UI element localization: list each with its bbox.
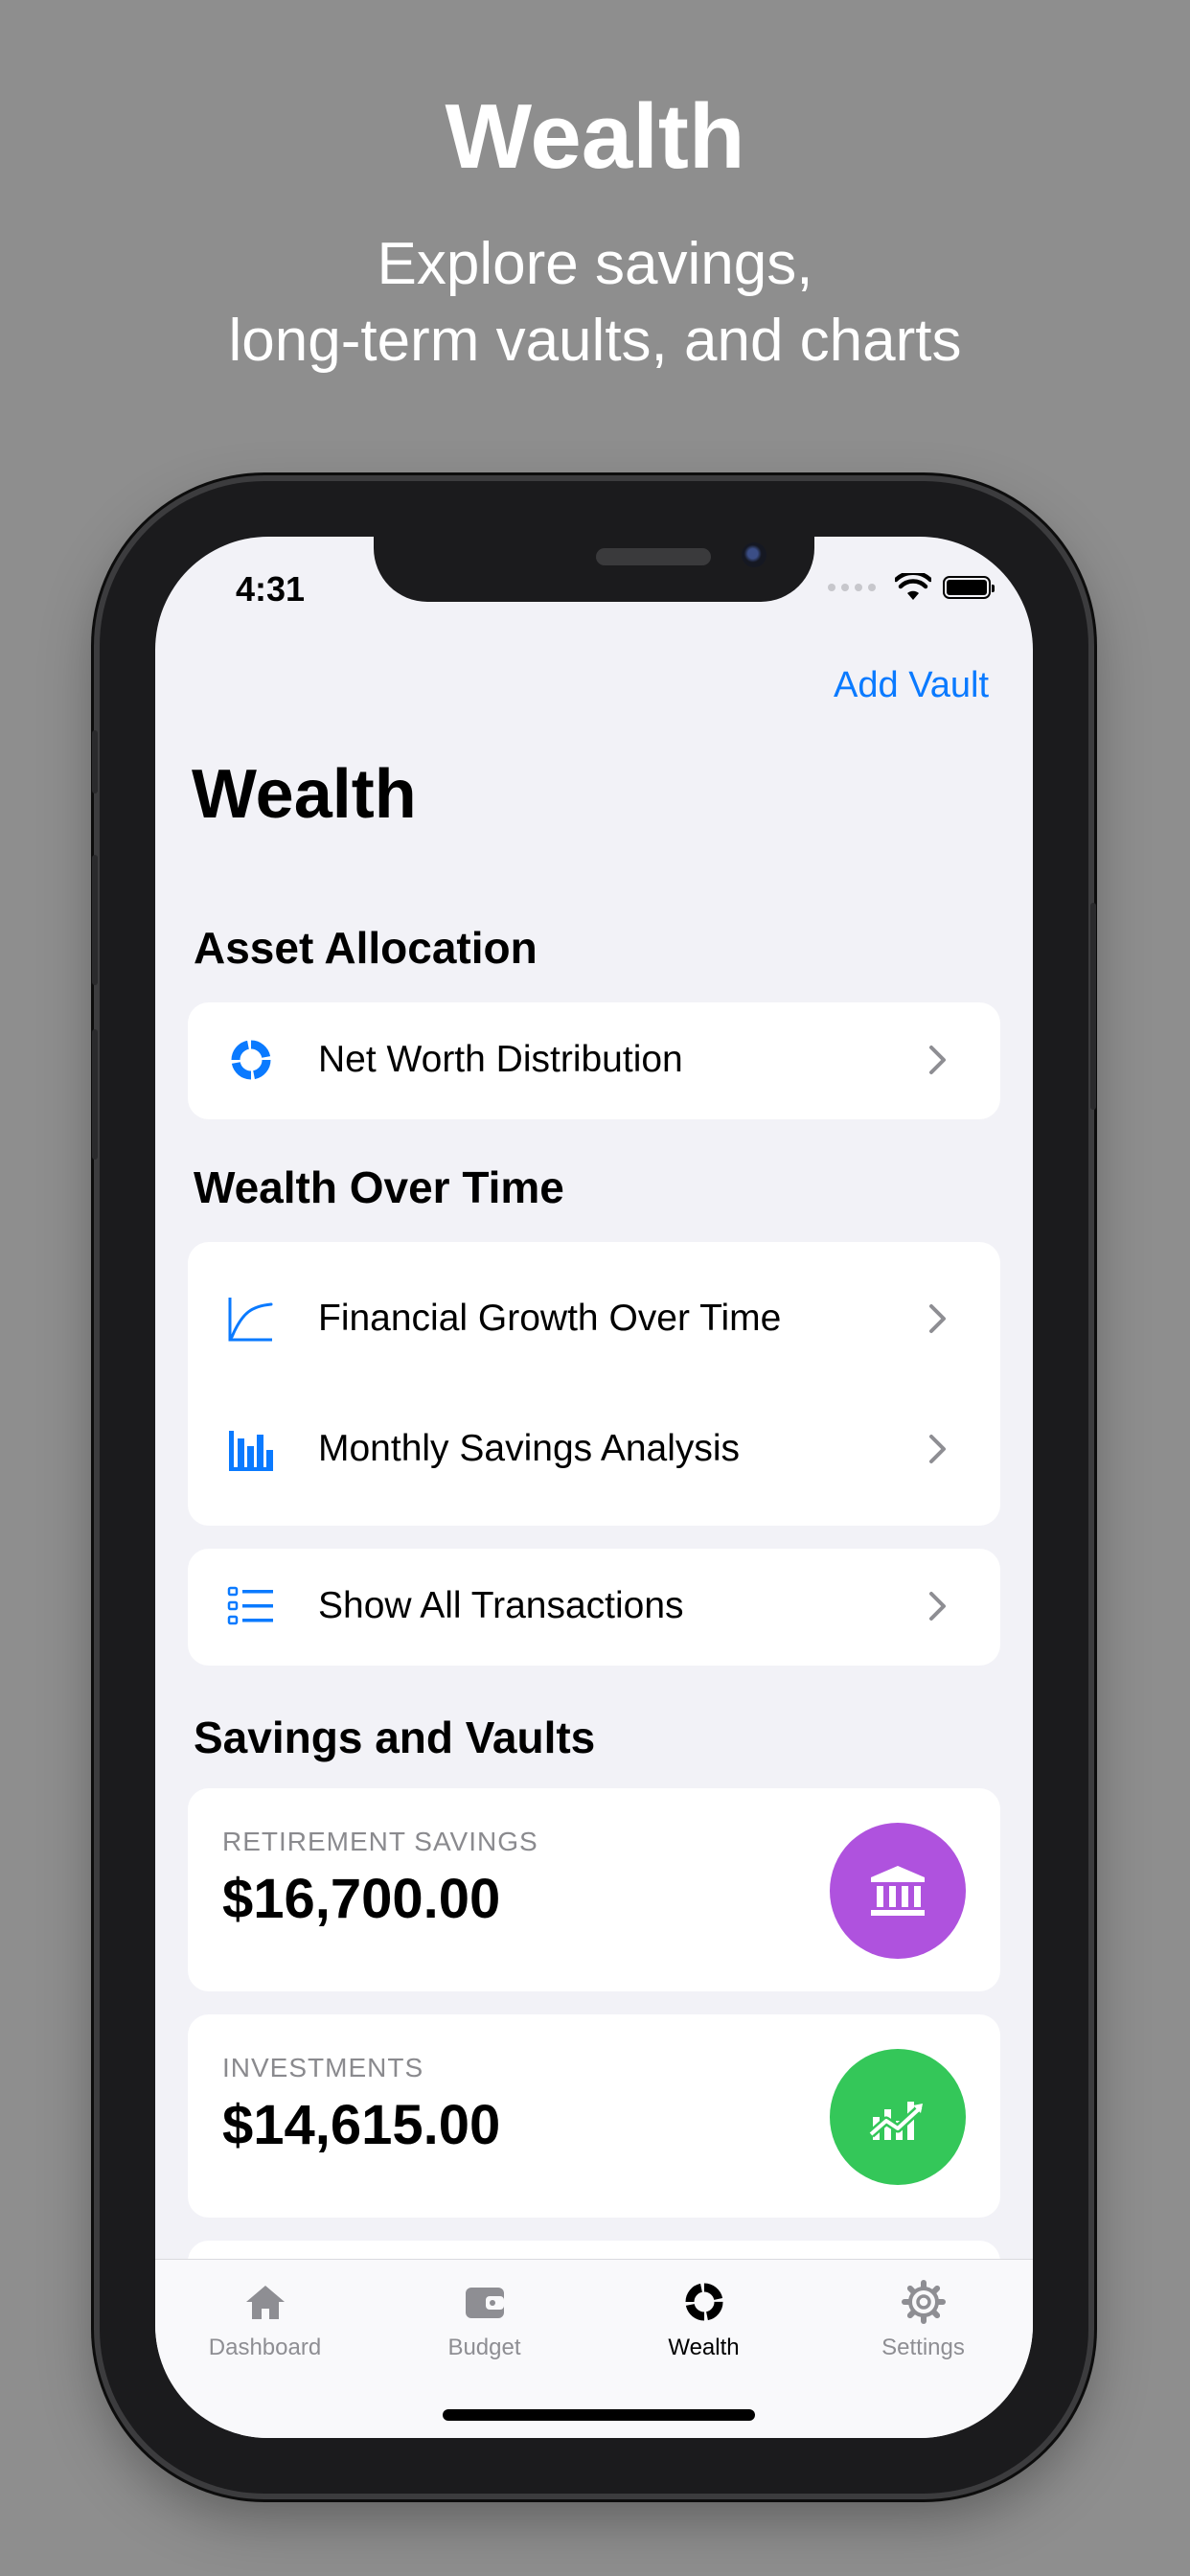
donut-chart-icon bbox=[226, 1035, 276, 1085]
status-icons bbox=[828, 573, 995, 602]
transactions-card: Show All Transactions bbox=[188, 1549, 1000, 1666]
tab-label: Settings bbox=[881, 2334, 965, 2360]
chevron-right-icon bbox=[929, 1046, 946, 1074]
wealth-over-time-card: Financial Growth Over Time Monthly Savin… bbox=[188, 1242, 1000, 1526]
tab-bar: Dashboard Budget Wealth Settings bbox=[155, 2259, 1033, 2438]
promo-subtitle-line-1: Explore savings, bbox=[377, 231, 813, 297]
section-title-wealth-over-time: Wealth Over Time bbox=[194, 1162, 564, 1212]
section-title-savings-vaults: Savings and Vaults bbox=[194, 1713, 596, 1762]
chevron-right-icon bbox=[929, 1304, 946, 1333]
home-indicator[interactable] bbox=[443, 2409, 755, 2421]
page-title: Wealth bbox=[192, 756, 417, 833]
speaker-grille bbox=[596, 548, 711, 565]
row-label: Show All Transactions bbox=[318, 1585, 684, 1626]
row-show-all-transactions[interactable]: Show All Transactions bbox=[188, 1549, 1000, 1664]
notch bbox=[374, 537, 814, 602]
wallet-icon bbox=[375, 2277, 594, 2327]
tab-label: Wealth bbox=[668, 2334, 740, 2360]
line-chart-icon bbox=[226, 1294, 276, 1344]
donut-chart-icon bbox=[594, 2277, 813, 2327]
gear-icon bbox=[813, 2277, 1033, 2327]
add-vault-button[interactable]: Add Vault bbox=[834, 665, 989, 706]
row-label: Monthly Savings Analysis bbox=[318, 1428, 741, 1469]
tab-wealth[interactable]: Wealth bbox=[594, 2277, 813, 2361]
chevron-right-icon bbox=[929, 1592, 946, 1621]
trending-chart-icon bbox=[830, 2049, 966, 2185]
tab-label: Dashboard bbox=[208, 2334, 322, 2360]
vault-amount: $16,700.00 bbox=[222, 1868, 501, 1930]
vault-amount: $14,615.00 bbox=[222, 2094, 501, 2156]
status-time: 4:31 bbox=[236, 569, 306, 609]
side-button bbox=[1090, 903, 1096, 1110]
row-financial-growth[interactable]: Financial Growth Over Time bbox=[188, 1261, 1000, 1376]
front-camera bbox=[742, 542, 767, 567]
row-label: Net Worth Distribution bbox=[318, 1039, 683, 1080]
screen: 4:31 Add Vault Wealth Asset Allocation N… bbox=[155, 537, 1033, 2438]
volume-up-button bbox=[92, 855, 98, 985]
row-label: Financial Growth Over Time bbox=[318, 1298, 782, 1339]
promo-subtitle: Explore savings, long-term vaults, and c… bbox=[0, 226, 1190, 380]
vault-card-investments[interactable]: INVESTMENTS $14,615.00 bbox=[188, 2014, 1000, 2218]
bar-chart-icon bbox=[226, 1424, 276, 1474]
list-icon bbox=[226, 1581, 276, 1631]
mute-switch bbox=[92, 730, 98, 794]
vault-card-retirement[interactable]: RETIREMENT SAVINGS $16,700.00 bbox=[188, 1788, 1000, 1991]
row-net-worth-distribution[interactable]: Net Worth Distribution bbox=[188, 1002, 1000, 1117]
volume-down-button bbox=[92, 1029, 98, 1160]
cellular-signal-icon bbox=[828, 584, 876, 591]
tab-dashboard[interactable]: Dashboard bbox=[155, 2277, 375, 2361]
row-monthly-savings[interactable]: Monthly Savings Analysis bbox=[188, 1392, 1000, 1506]
chevron-right-icon bbox=[929, 1435, 946, 1463]
tab-label: Budget bbox=[447, 2334, 521, 2360]
promo-subtitle-line-2: long-term vaults, and charts bbox=[228, 308, 962, 374]
promo-title: Wealth bbox=[445, 85, 745, 188]
bank-icon bbox=[830, 1823, 966, 1959]
tab-settings[interactable]: Settings bbox=[813, 2277, 1033, 2361]
house-icon bbox=[155, 2277, 375, 2327]
asset-allocation-card: Net Worth Distribution bbox=[188, 1002, 1000, 1119]
wifi-icon bbox=[895, 573, 931, 600]
vault-label: INVESTMENTS bbox=[222, 2053, 424, 2082]
section-title-asset-allocation: Asset Allocation bbox=[194, 923, 538, 973]
vault-label: RETIREMENT SAVINGS bbox=[222, 1827, 538, 1856]
tab-budget[interactable]: Budget bbox=[375, 2277, 594, 2361]
phone-frame: 4:31 Add Vault Wealth Asset Allocation N… bbox=[92, 481, 1096, 2494]
battery-icon bbox=[943, 576, 995, 599]
